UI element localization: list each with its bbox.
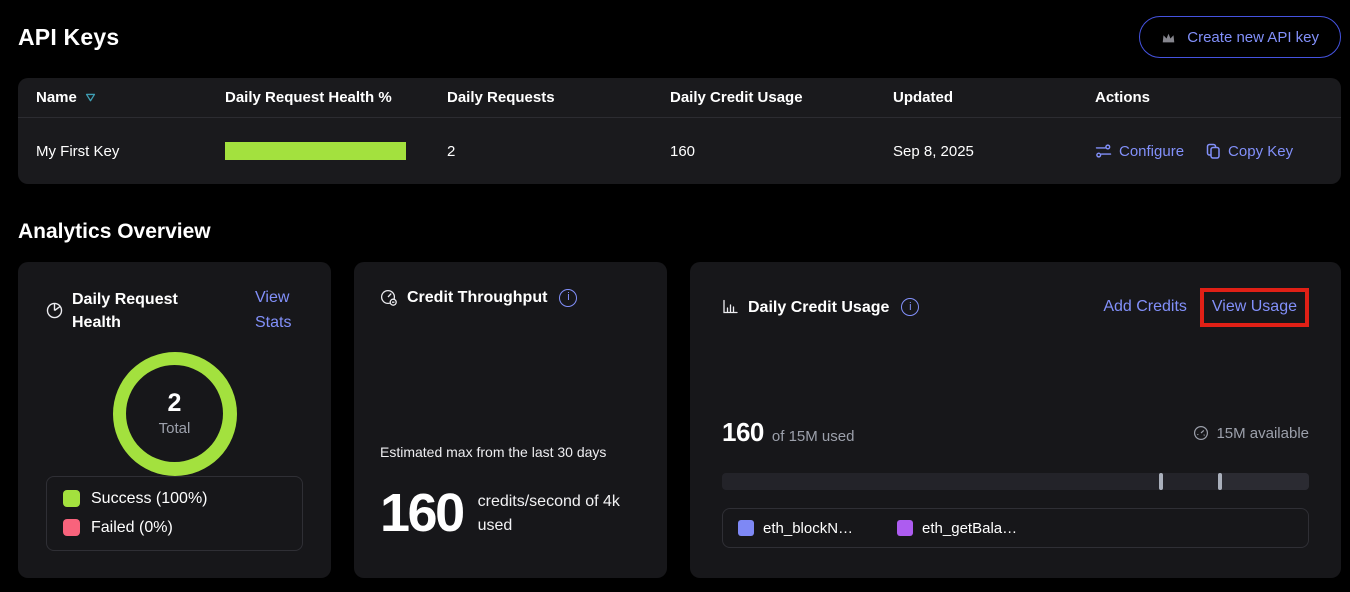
usage-bar-right-segment xyxy=(1218,473,1309,490)
column-header-updated: Updated xyxy=(893,89,1095,106)
usage-bar-marker xyxy=(1159,473,1163,490)
eth-getbalance-swatch xyxy=(897,520,913,536)
usage-progress-bar xyxy=(722,473,1309,490)
usage-available-label: 15M available xyxy=(1216,425,1309,442)
table-header-row: Name Daily Request Health % Daily Reques… xyxy=(18,78,1341,118)
column-header-name[interactable]: Name xyxy=(36,89,225,106)
pie-chart-icon xyxy=(46,302,63,319)
add-credits-link[interactable]: Add Credits xyxy=(1103,295,1187,320)
actions-cell: Configure Copy Key xyxy=(1095,143,1323,160)
annotation-highlight-box: View Usage xyxy=(1200,288,1309,327)
meter-icon xyxy=(1193,425,1209,441)
column-header-daily-requests: Daily Requests xyxy=(447,89,670,106)
create-api-key-button[interactable]: Create new API key xyxy=(1139,16,1341,58)
health-total-label: Total xyxy=(159,420,191,437)
credit-throughput-card: Credit Throughput i Estimated max from t… xyxy=(354,262,667,578)
configure-label: Configure xyxy=(1119,143,1184,160)
health-bar xyxy=(225,142,406,160)
legend-item-failed: Failed (0%) xyxy=(63,519,286,537)
usage-info-icon[interactable]: i xyxy=(901,298,919,316)
usage-legend: eth_blockN… eth_getBala… xyxy=(722,508,1309,548)
daily-credit-usage-card: Daily Credit Usage i Add Credits View Us… xyxy=(690,262,1341,578)
column-header-name-label: Name xyxy=(36,89,77,106)
usage-stat-row: 160 of 15M used 15M available xyxy=(722,417,1309,448)
usage-used-suffix: of 15M used xyxy=(772,428,855,445)
key-name-cell: My First Key xyxy=(36,143,225,160)
health-total-value: 2 xyxy=(168,390,182,418)
throughput-value-row: 160 credits/second of 4k used xyxy=(380,490,641,538)
usage-bar-marker xyxy=(1218,473,1222,490)
copy-key-button[interactable]: Copy Key xyxy=(1206,143,1293,160)
success-label: Success (100%) xyxy=(91,490,208,508)
page-header: API Keys Create new API key xyxy=(0,0,1350,78)
configure-button[interactable]: Configure xyxy=(1095,143,1184,160)
eth-getbalance-label: eth_getBala… xyxy=(922,520,1017,537)
failed-swatch xyxy=(63,519,80,536)
column-header-daily-credit-usage: Daily Credit Usage xyxy=(670,89,893,106)
health-donut: 2 Total xyxy=(113,352,237,476)
sliders-icon xyxy=(1095,144,1112,158)
eth-blocknumber-label: eth_blockN… xyxy=(763,520,853,537)
crown-icon xyxy=(1161,31,1176,44)
create-api-key-label: Create new API key xyxy=(1187,29,1319,46)
health-bar-cell xyxy=(225,142,447,160)
health-card-header: Daily Request Health View Stats xyxy=(46,286,303,336)
daily-request-health-card: Daily Request Health View Stats 2 Total … xyxy=(18,262,331,578)
api-keys-table: Name Daily Request Health % Daily Reques… xyxy=(18,78,1341,184)
throughput-value: 160 xyxy=(380,491,463,537)
table-row[interactable]: My First Key 2 160 Sep 8, 2025 Configure xyxy=(18,118,1341,184)
throughput-unit: credits/second of 4k used xyxy=(478,490,641,538)
legend-item-success: Success (100%) xyxy=(63,490,286,508)
usage-available: 15M available xyxy=(1193,425,1309,442)
health-donut-chart: 2 Total xyxy=(46,352,303,476)
updated-cell: Sep 8, 2025 xyxy=(893,143,1095,160)
usage-links: Add Credits View Usage xyxy=(1103,288,1309,327)
bar-chart-icon xyxy=(722,299,739,315)
analytics-overview-title: Analytics Overview xyxy=(18,221,1350,242)
failed-label: Failed (0%) xyxy=(91,519,173,537)
throughput-subtitle: Estimated max from the last 30 days xyxy=(380,444,641,460)
health-card-title: Daily Request Health xyxy=(72,288,188,334)
health-bar-fill xyxy=(225,142,406,160)
health-legend: Success (100%) Failed (0%) xyxy=(46,476,303,551)
analytics-cards: Daily Request Health View Stats 2 Total … xyxy=(18,262,1341,578)
page-title: API Keys xyxy=(18,24,119,51)
column-header-health: Daily Request Health % xyxy=(225,89,447,106)
eth-blocknumber-swatch xyxy=(738,520,754,536)
daily-credit-usage-cell: 160 xyxy=(670,143,893,160)
gauge-icon xyxy=(380,289,398,307)
legend-item-eth-blocknumber: eth_blockN… xyxy=(738,520,853,537)
usage-card-header: Daily Credit Usage i Add Credits View Us… xyxy=(722,288,1309,327)
health-donut-hole: 2 Total xyxy=(126,365,223,462)
throughput-card-header: Credit Throughput i xyxy=(380,286,641,309)
view-usage-link[interactable]: View Usage xyxy=(1212,298,1297,315)
copy-icon xyxy=(1206,143,1221,160)
sort-descending-icon[interactable] xyxy=(85,93,96,102)
legend-item-eth-getbalance: eth_getBala… xyxy=(897,520,1017,537)
view-stats-link[interactable]: View Stats xyxy=(255,286,303,336)
throughput-info-icon[interactable]: i xyxy=(559,289,577,307)
usage-used-value: 160 xyxy=(722,417,764,448)
success-swatch xyxy=(63,490,80,507)
throughput-stat-block: Estimated max from the last 30 days 160 … xyxy=(380,444,641,538)
copy-key-label: Copy Key xyxy=(1228,143,1293,160)
usage-card-title: Daily Credit Usage xyxy=(748,296,889,319)
dashboard-page: { "colors": { "page_bg": "#000000", "car… xyxy=(0,0,1350,592)
throughput-card-title: Credit Throughput xyxy=(407,286,547,309)
daily-requests-cell: 2 xyxy=(447,143,670,160)
column-header-actions: Actions xyxy=(1095,89,1323,106)
